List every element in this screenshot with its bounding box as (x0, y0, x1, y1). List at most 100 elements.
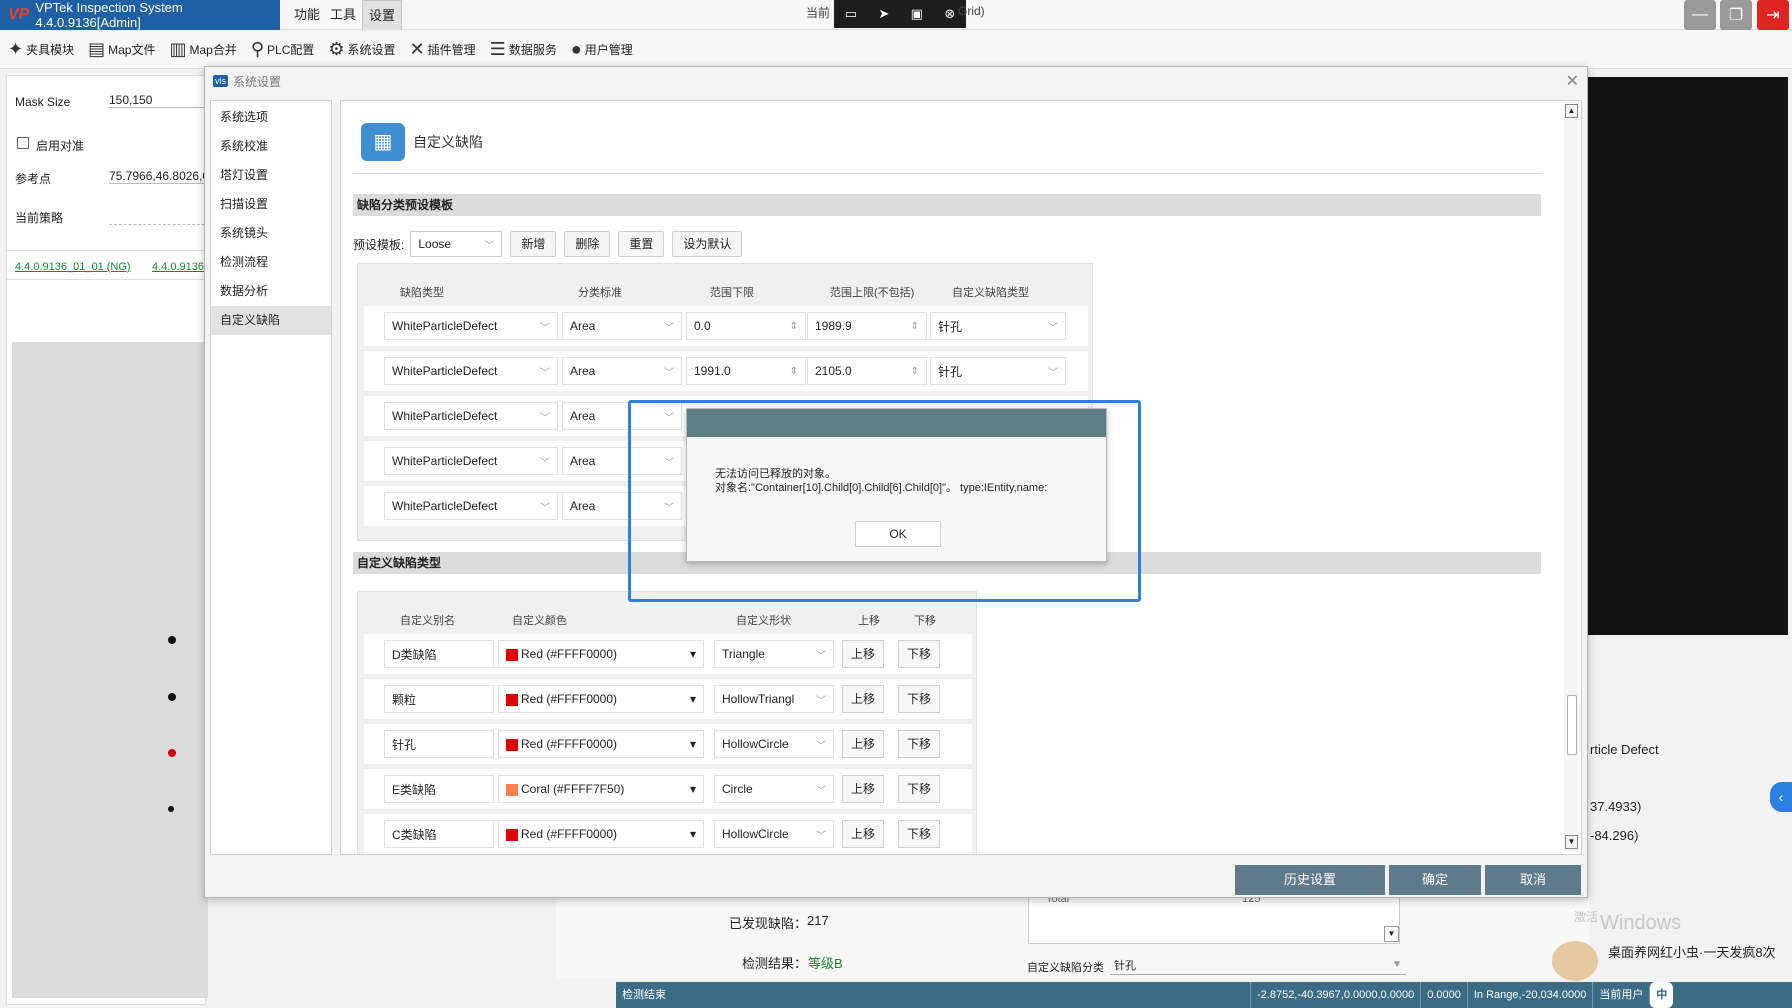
maximize-button[interactable]: ❐ (1720, 0, 1752, 30)
add-preset-button[interactable]: 新增 (510, 231, 557, 257)
nav-tower-light[interactable]: 塔灯设置 (211, 161, 331, 190)
found-defects-label: 已发现缺陷： (729, 916, 808, 931)
content-title: 自定义缺陷 (413, 134, 483, 150)
alias-input[interactable]: 颗粒 (384, 685, 494, 713)
scroll-down-icon[interactable]: ▼ (1565, 835, 1578, 849)
scroll-up-icon[interactable]: ▲ (1565, 104, 1578, 118)
alias-input[interactable]: 针孔 (384, 730, 494, 758)
tool-map-merge[interactable]: ▥ Map合并 (169, 39, 236, 60)
nav-system-options[interactable]: 系统选项 (211, 103, 331, 132)
move-down-button[interactable]: 下移 (898, 775, 940, 803)
color-select[interactable]: Red (#FFFF0000) ▾ (498, 730, 704, 758)
screen-icon[interactable]: ▭ (845, 6, 857, 22)
strategy-field[interactable] (109, 224, 205, 225)
shape-select[interactable]: Triangle ﹀ (714, 640, 834, 668)
shape-select[interactable]: HollowCircle ﹀ (714, 820, 834, 848)
spinner-icon[interactable]: ⇕ (790, 321, 798, 332)
preset-select[interactable]: Loose ﹀ (410, 231, 503, 257)
alias-input[interactable]: E类缺陷 (384, 775, 494, 803)
close-circle-icon[interactable]: ⊗ (944, 6, 955, 22)
custom-class-select[interactable]: 针孔 ▼ (1110, 955, 1406, 975)
color-select[interactable]: Coral (#FFFF7F50) ▾ (498, 775, 704, 803)
ime-indicator[interactable]: 中 (1649, 982, 1674, 1008)
move-down-button[interactable]: 下移 (898, 640, 940, 668)
delete-preset-button[interactable]: 删除 (564, 231, 611, 257)
custom-type-select[interactable]: 针孔 ﹀ (930, 357, 1066, 385)
exit-button[interactable]: ⇥ (1757, 0, 1789, 30)
table-scroll-down[interactable]: ▼ (1384, 926, 1399, 942)
defect-type-select[interactable]: WhiteParticleDefect ﹀ (384, 357, 558, 385)
arrow-icon[interactable]: ➤ (878, 6, 889, 22)
range-min-input[interactable]: 1991.0 ⇕ (686, 357, 806, 385)
color-select[interactable]: Red (#FFFF0000) ▾ (498, 640, 704, 668)
mask-size-field[interactable]: 150,150 (109, 93, 205, 108)
result-link-2[interactable]: 4.4.0.9136 (152, 261, 204, 273)
history-settings-button[interactable]: 历史设置 (1235, 865, 1385, 895)
move-down-button[interactable]: 下移 (898, 685, 940, 713)
tool-fixture-module[interactable]: ✦ 夹具模块 (8, 39, 74, 60)
ref-point-field[interactable]: 75.7966,46.8026,0 (109, 169, 205, 184)
menu-function[interactable]: 功能 (288, 0, 326, 30)
defect-type-select[interactable]: WhiteParticleDefect ﹀ (384, 492, 558, 520)
shape-select[interactable]: Circle ﹀ (714, 775, 834, 803)
nav-scan-settings[interactable]: 扫描设置 (211, 190, 331, 219)
defect-type-select[interactable]: WhiteParticleDefect ﹀ (384, 312, 558, 340)
col-range-max: 范围上限(不包括) (830, 287, 915, 299)
reset-preset-button[interactable]: 重置 (618, 231, 665, 257)
move-up-button[interactable]: 上移 (842, 730, 884, 758)
tool-system-settings[interactable]: ⚙ 系统设置 (328, 39, 395, 60)
ok-button[interactable]: OK (855, 521, 941, 547)
nav-system-calibration[interactable]: 系统校准 (211, 132, 331, 161)
shape-select[interactable]: HollowTriangl ﹀ (714, 685, 834, 713)
nav-inspection-flow[interactable]: 检测流程 (211, 248, 331, 277)
custom-type-select[interactable]: 针孔 ﹀ (930, 312, 1066, 340)
preset-label: 预设模板: (353, 237, 405, 252)
enable-align-checkbox[interactable] (17, 137, 29, 149)
collapse-panel-button[interactable]: ‹ (1770, 782, 1792, 812)
alias-input[interactable]: D类缺陷 (384, 640, 494, 668)
spinner-icon[interactable]: ⇕ (790, 366, 798, 377)
move-down-button[interactable]: 下移 (898, 730, 940, 758)
move-down-button[interactable]: 下移 (898, 820, 940, 848)
error-message-box: 无法访问已释放的对象。 对象名:"Container[10].Child[0].… (686, 408, 1107, 562)
range-min-input[interactable]: 0.0 ⇕ (686, 312, 806, 340)
image-icon[interactable]: ▣ (911, 6, 923, 22)
result-link-1[interactable]: 4.4.0.9136_01_01 (NG) (15, 261, 131, 273)
menu-settings[interactable]: 设置 (362, 0, 403, 30)
tool-map-file[interactable]: ▤ Map文件 (88, 39, 155, 60)
shape-select[interactable]: HollowCircle ﹀ (714, 730, 834, 758)
scroll-thumb[interactable] (1567, 695, 1577, 755)
wafer-map-area[interactable] (12, 342, 208, 998)
move-up-button[interactable]: 上移 (842, 820, 884, 848)
nav-data-analysis[interactable]: 数据分析 (211, 277, 331, 306)
defect-type-select[interactable]: WhiteParticleDefect ﹀ (384, 447, 558, 475)
spinner-icon[interactable]: ⇕ (911, 366, 919, 377)
menu-tools[interactable]: 工具 (324, 0, 362, 30)
tool-plugin-manager[interactable]: ✕ 插件管理 (410, 39, 476, 60)
confirm-button[interactable]: 确定 (1389, 865, 1481, 895)
minimize-button[interactable]: — (1684, 0, 1716, 30)
close-icon[interactable]: ✕ (1566, 71, 1579, 91)
color-select[interactable]: Red (#FFFF0000) ▾ (498, 685, 704, 713)
move-up-button[interactable]: 上移 (842, 685, 884, 713)
standard-select[interactable]: Area ﹀ (562, 312, 682, 340)
move-up-button[interactable]: 上移 (842, 775, 884, 803)
standard-select[interactable]: Area ﹀ (562, 357, 682, 385)
alias-input[interactable]: C类缺陷 (384, 820, 494, 848)
tool-plc-config[interactable]: ⚲ PLC配置 (251, 39, 315, 60)
range-max-input[interactable]: 2105.0 ⇕ (807, 357, 927, 385)
set-default-button[interactable]: 设为默认 (672, 231, 743, 257)
range-max-input[interactable]: 1989.9 ⇕ (807, 312, 927, 340)
tool-user-manager[interactable]: ● 用户管理 (571, 39, 633, 60)
spinner-icon[interactable]: ⇕ (911, 321, 919, 332)
col-color: 自定义颜色 (512, 615, 567, 627)
move-up-button[interactable]: 上移 (842, 640, 884, 668)
color-select[interactable]: Red (#FFFF0000) ▾ (498, 820, 704, 848)
nav-custom-defect[interactable]: 自定义缺陷 (211, 306, 331, 335)
tool-data-service[interactable]: ☰ 数据服务 (490, 39, 557, 60)
app-title-badge: VP VPTek Inspection System 4.4.0.9136[Ad… (0, 0, 280, 30)
dropdown-arrow-icon: ▾ (689, 827, 696, 841)
cancel-button[interactable]: 取消 (1485, 865, 1581, 895)
nav-system-lens[interactable]: 系统镜头 (211, 219, 331, 248)
defect-type-select[interactable]: WhiteParticleDefect ﹀ (384, 402, 558, 430)
